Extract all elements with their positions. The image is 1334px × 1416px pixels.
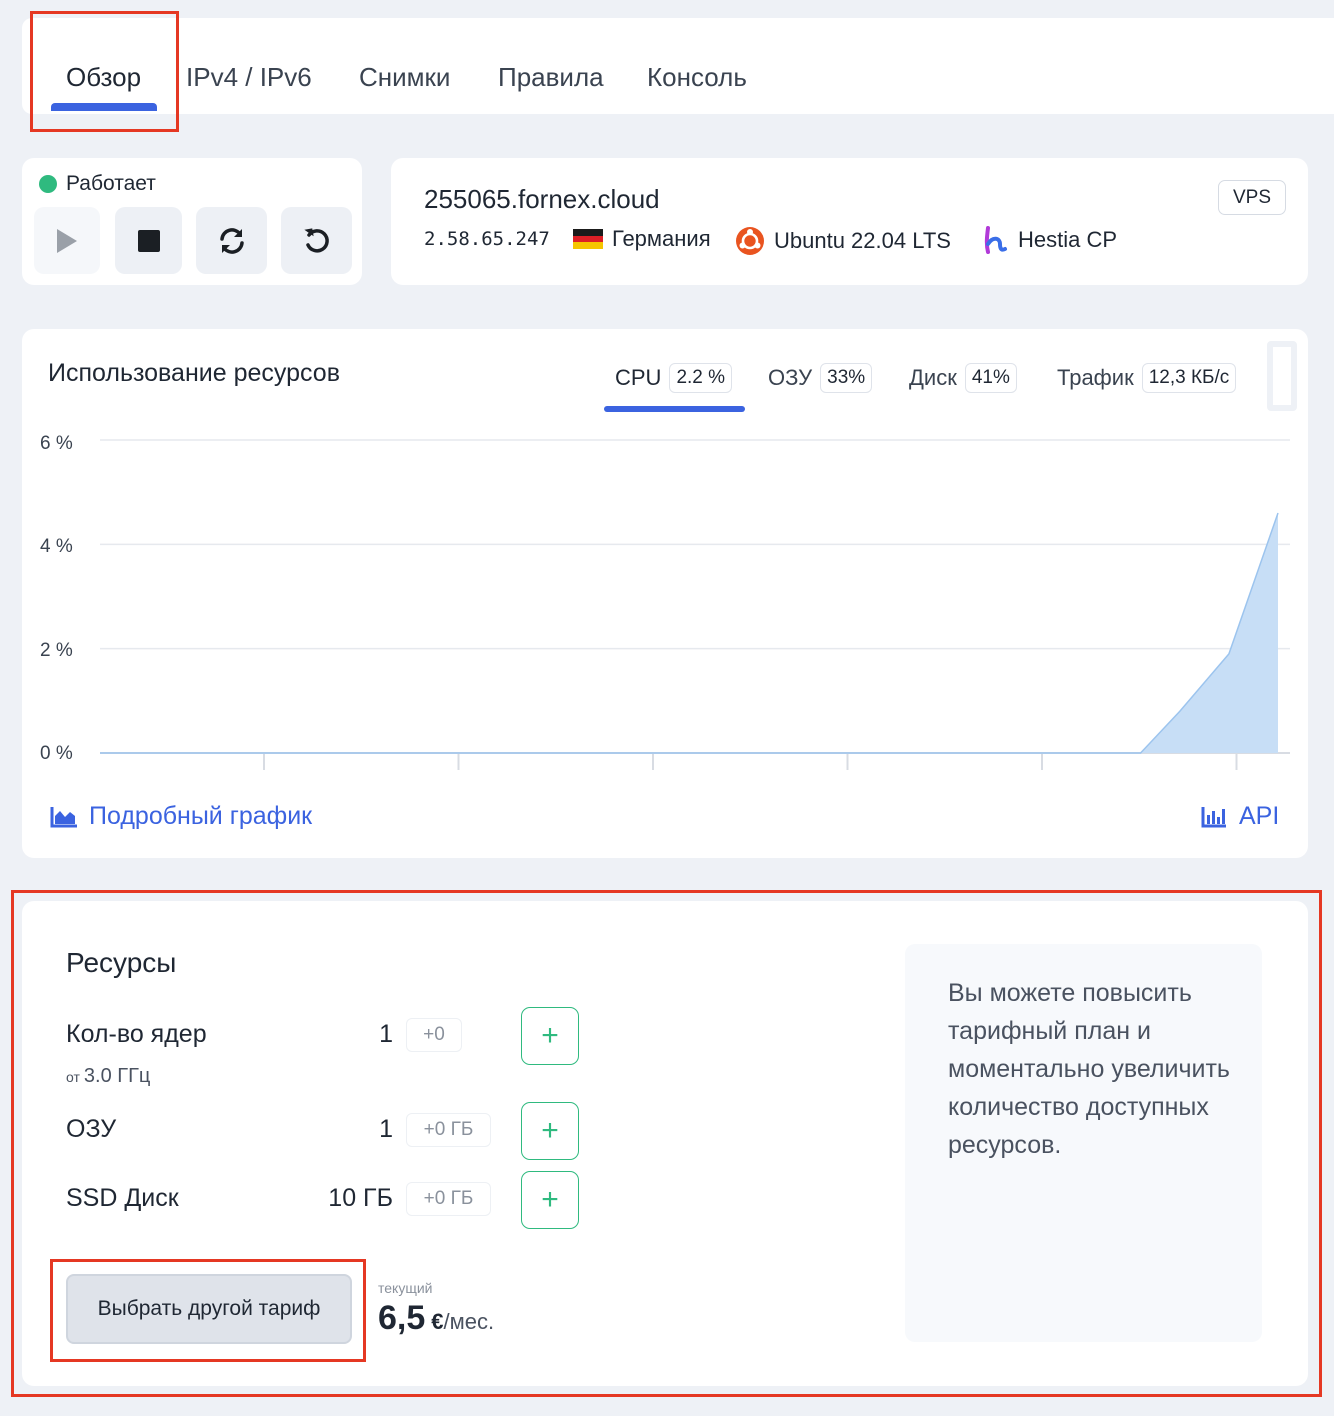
detailed-chart-link[interactable]: Подробный график bbox=[50, 802, 312, 831]
change-tariff-button[interactable]: Выбрать другой тариф bbox=[66, 1274, 352, 1344]
ram-label: ОЗУ bbox=[66, 1115, 117, 1143]
price-caption: текущий bbox=[378, 1280, 433, 1296]
cores-frequency-value: 3.0 ГГц bbox=[83, 1065, 151, 1087]
api-label: API bbox=[1239, 802, 1280, 830]
upgrade-info-text: Вы можете повысить тарифный план и момен… bbox=[948, 979, 1230, 1159]
cores-frequency: от 3.0 ГГц bbox=[66, 1065, 150, 1088]
add-ram-button[interactable]: + bbox=[521, 1102, 579, 1160]
active-tab-indicator bbox=[51, 103, 157, 111]
status-dot bbox=[39, 175, 57, 193]
server-panel-label: Hestia CP bbox=[1018, 227, 1118, 252]
sync-icon bbox=[219, 227, 244, 254]
cpu-usage-chart bbox=[100, 439, 1290, 770]
tab-snapshots[interactable]: Снимки bbox=[359, 64, 450, 90]
price-value: 6,5 bbox=[378, 1299, 426, 1337]
play-icon bbox=[57, 228, 77, 253]
server-panel: Hestia CP bbox=[983, 226, 1117, 254]
cores-value: 1 bbox=[379, 1020, 393, 1048]
resources-card: Ресурсы Кол-во ядер от 3.0 ГГц 1 +0 + ОЗУ… bbox=[22, 901, 1308, 1386]
reinstall-button[interactable] bbox=[281, 207, 352, 274]
disk-label: SSD Диск bbox=[66, 1184, 179, 1212]
current-price: 6,5 €/мес. bbox=[378, 1299, 494, 1338]
server-location: Германия bbox=[573, 226, 711, 252]
stop-button[interactable] bbox=[115, 207, 182, 274]
hestia-logo-icon bbox=[984, 226, 1007, 254]
server-status: Работает bbox=[39, 172, 156, 196]
resources-title: Ресурсы bbox=[66, 947, 177, 978]
api-link[interactable]: API bbox=[1201, 802, 1279, 831]
server-info-card: 255065.fornex.cloud VPS 2.58.65.247 Герм… bbox=[391, 158, 1308, 285]
price-period: /мес. bbox=[443, 1309, 495, 1334]
tab-rules[interactable]: Правила bbox=[498, 64, 604, 90]
detailed-chart-label: Подробный график bbox=[89, 802, 313, 830]
cores-label: Кол-во ядер bbox=[66, 1020, 207, 1048]
resource-usage-card: Использование ресурсов CPU 2.2 % ОЗУ 33%… bbox=[22, 329, 1308, 858]
tab-bar: Обзор IPv4 / IPv6 Снимки Правила Консоль bbox=[22, 18, 1334, 114]
undo-icon bbox=[303, 227, 329, 253]
power-control-card: Работает bbox=[22, 158, 362, 285]
upgrade-info-box: Вы можете повысить тарифный план и момен… bbox=[905, 944, 1262, 1342]
status-label: Работает bbox=[66, 172, 156, 195]
ram-delta: +0 ГБ bbox=[406, 1113, 491, 1147]
server-type-badge: VPS bbox=[1218, 180, 1286, 215]
cores-frequency-prefix: от bbox=[66, 1069, 80, 1085]
server-os-label: Ubuntu 22.04 LTS bbox=[774, 228, 951, 253]
tab-console[interactable]: Консоль bbox=[647, 64, 747, 90]
cpu-area-series bbox=[100, 513, 1278, 753]
cores-delta: +0 bbox=[406, 1018, 462, 1052]
area-chart-icon bbox=[50, 806, 77, 827]
add-cores-button[interactable]: + bbox=[521, 1007, 579, 1065]
server-os: Ubuntu 22.04 LTS bbox=[735, 226, 951, 256]
start-button[interactable] bbox=[34, 207, 100, 274]
germany-flag-icon bbox=[573, 229, 603, 249]
tab-ipv4-ipv6[interactable]: IPv4 / IPv6 bbox=[186, 64, 312, 90]
bar-chart-icon bbox=[1201, 806, 1226, 827]
server-country: Германия bbox=[612, 226, 711, 251]
stop-icon bbox=[137, 229, 160, 252]
server-hostname: 255065.fornex.cloud bbox=[424, 184, 660, 214]
ram-value: 1 bbox=[379, 1115, 393, 1143]
cpu-line-series bbox=[100, 512, 1279, 754]
disk-value: 10 ГБ bbox=[328, 1184, 393, 1212]
ubuntu-logo-icon bbox=[736, 227, 764, 255]
restart-button[interactable] bbox=[196, 207, 267, 274]
disk-delta: +0 ГБ bbox=[406, 1182, 491, 1216]
price-currency: € bbox=[431, 1309, 444, 1334]
server-ip[interactable]: 2.58.65.247 bbox=[424, 228, 550, 250]
tab-overview[interactable]: Обзор bbox=[66, 64, 141, 90]
add-disk-button[interactable]: + bbox=[521, 1171, 579, 1229]
